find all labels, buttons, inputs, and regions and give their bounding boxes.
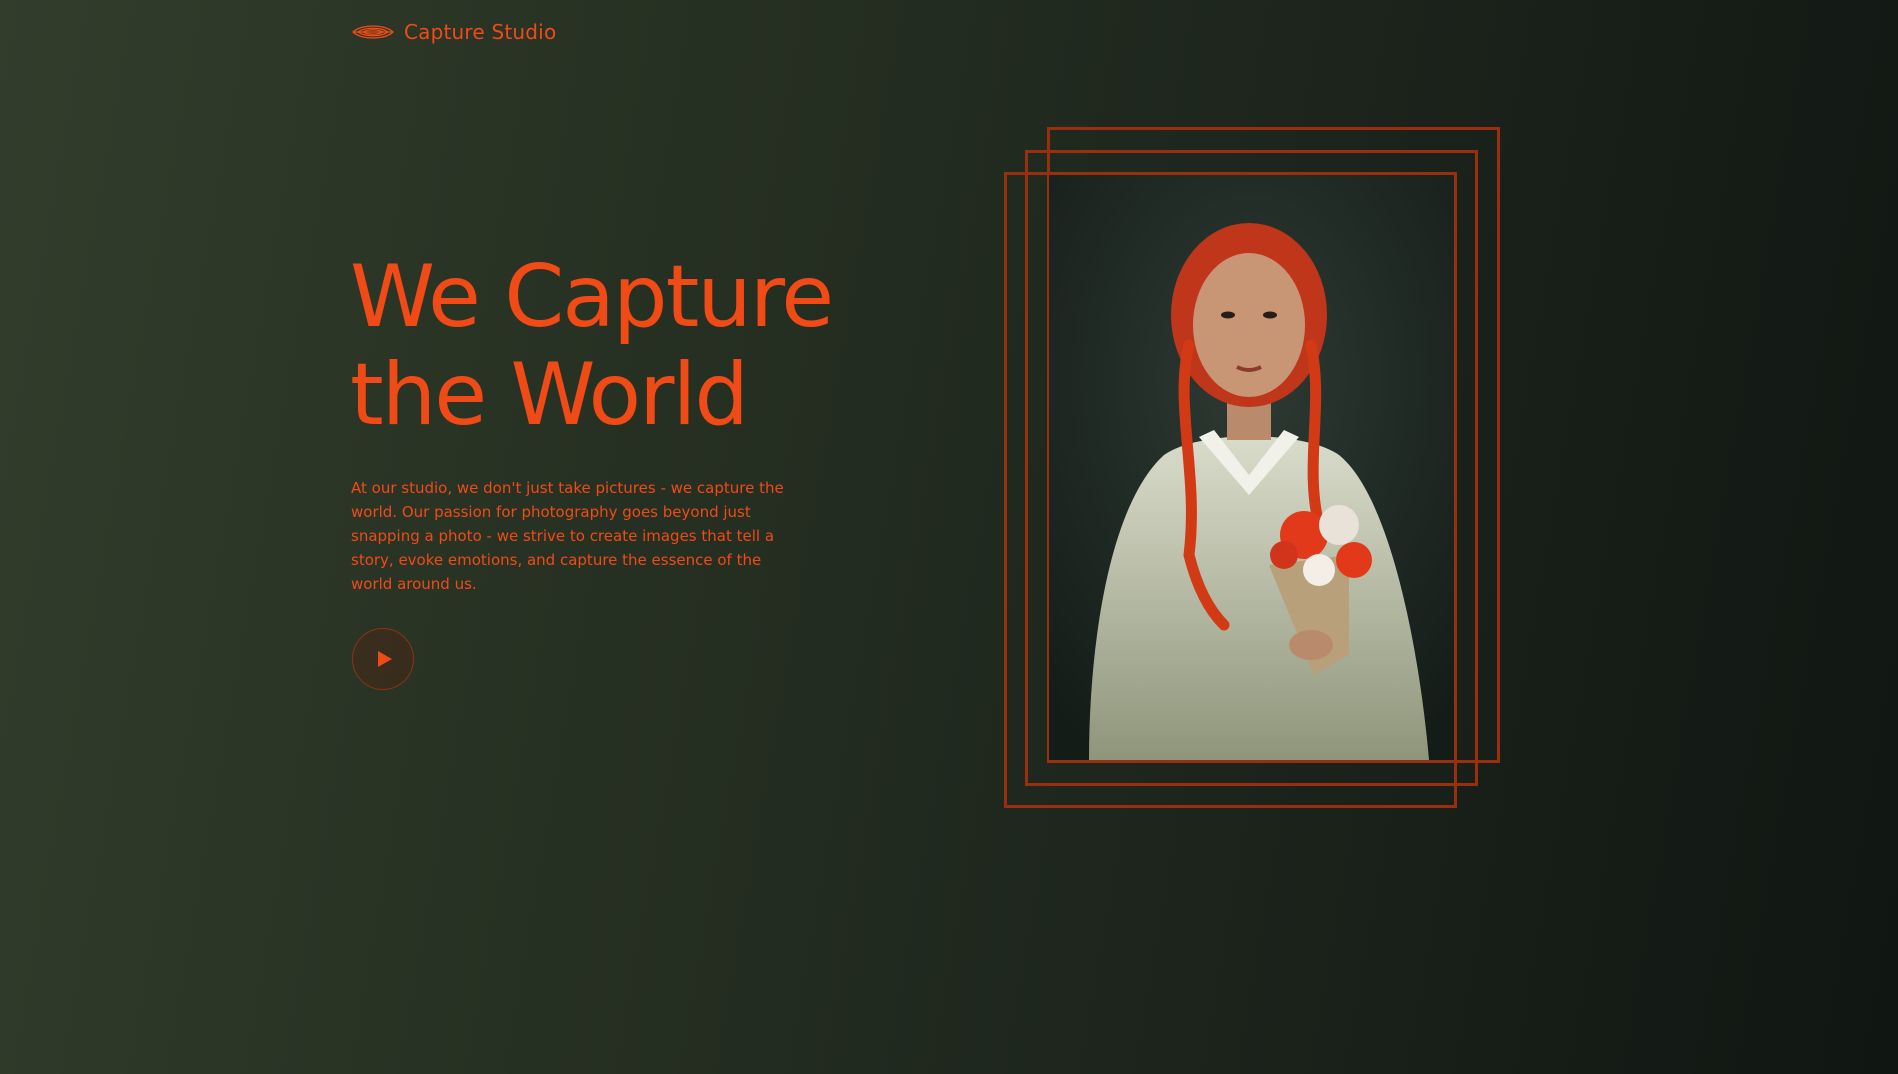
hero-title-line-1: We Capture xyxy=(350,247,834,347)
brand-logo[interactable]: Capture Studio xyxy=(351,20,556,44)
play-video-button[interactable] xyxy=(352,628,414,690)
brand-name: Capture Studio xyxy=(404,20,557,44)
play-icon xyxy=(373,650,393,668)
wave-lines-icon xyxy=(351,23,395,41)
hero-title-line-2: the World xyxy=(350,345,749,445)
hero-description: At our studio, we don't just take pictur… xyxy=(351,479,784,593)
hero-title: We Capture the World xyxy=(350,248,910,444)
portrait-photo xyxy=(1049,175,1454,760)
